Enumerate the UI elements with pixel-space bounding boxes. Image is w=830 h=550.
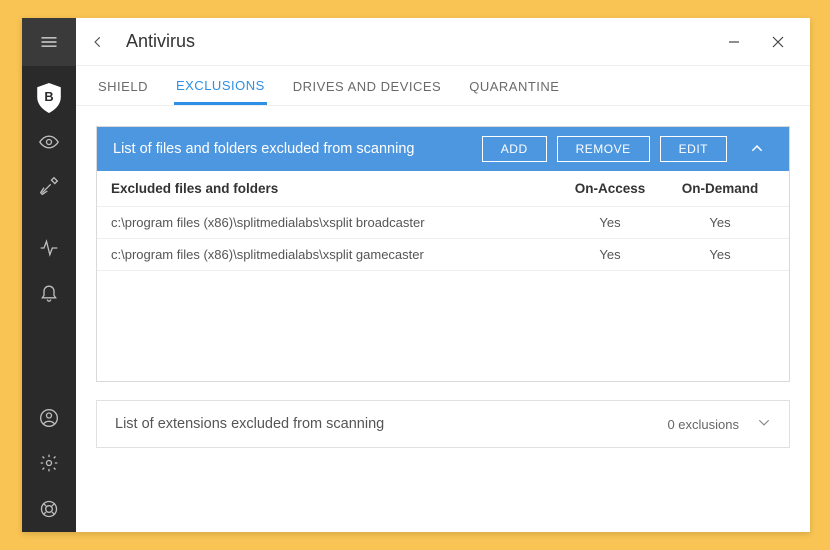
cell-path: c:\program files (x86)\splitmedialabs\xs… (111, 215, 555, 230)
titlebar: Antivirus (76, 18, 810, 66)
sidebar-item-support[interactable] (22, 486, 76, 532)
sidebar-item-activity[interactable] (22, 226, 76, 270)
activity-icon (39, 238, 59, 258)
extensions-count: 0 exclusions (667, 417, 739, 432)
table-row[interactable]: c:\program files (x86)\splitmedialabs\xs… (97, 239, 789, 271)
menu-icon (39, 32, 59, 52)
chevron-left-icon (91, 35, 105, 49)
user-circle-icon (39, 408, 59, 428)
back-button[interactable] (76, 18, 120, 66)
eye-icon (39, 132, 59, 152)
files-panel-title: List of files and folders excluded from … (113, 141, 414, 157)
close-icon (772, 36, 784, 48)
cell-on-demand: Yes (665, 247, 775, 262)
sidebar-item-tools[interactable] (22, 164, 76, 208)
extensions-exclusions-panel[interactable]: List of extensions excluded from scannin… (96, 400, 790, 448)
tools-icon (39, 176, 59, 196)
sidebar: B (22, 18, 76, 532)
cell-on-access: Yes (555, 247, 665, 262)
tab-exclusions[interactable]: EXCLUSIONS (174, 68, 267, 105)
tab-drives-devices[interactable]: DRIVES AND DEVICES (291, 69, 443, 103)
files-exclusions-panel: List of files and folders excluded from … (96, 126, 790, 382)
chevron-up-icon (750, 142, 764, 156)
cell-path: c:\program files (x86)\splitmedialabs\xs… (111, 247, 555, 262)
cell-on-demand: Yes (665, 215, 775, 230)
table-row[interactable]: c:\program files (x86)\splitmedialabs\xs… (97, 207, 789, 239)
main-content: Antivirus SHIELD EXCLUSIONS DRIVES AND D… (76, 18, 810, 532)
tab-shield[interactable]: SHIELD (96, 69, 150, 103)
table-header-row: Excluded files and folders On-Access On-… (97, 171, 789, 207)
page-title: Antivirus (126, 31, 195, 52)
files-panel-header: List of files and folders excluded from … (97, 127, 789, 171)
col-header-on-access: On-Access (555, 181, 665, 196)
svg-text:B: B (44, 89, 53, 104)
gear-icon (39, 453, 59, 473)
sidebar-item-account[interactable] (22, 396, 76, 440)
extensions-panel-title: List of extensions excluded from scannin… (115, 416, 384, 432)
edit-button[interactable]: EDIT (660, 136, 727, 162)
app-window: B Antivir (22, 18, 810, 532)
sidebar-item-settings[interactable] (22, 440, 76, 486)
files-panel-collapse[interactable] (741, 136, 773, 162)
extensions-panel-expand (757, 415, 771, 434)
tab-quarantine[interactable]: QUARANTINE (467, 69, 561, 103)
exclusions-table: Excluded files and folders On-Access On-… (97, 171, 789, 381)
cell-on-access: Yes (555, 215, 665, 230)
tab-bar: SHIELD EXCLUSIONS DRIVES AND DEVICES QUA… (76, 66, 810, 106)
minimize-button[interactable] (712, 26, 756, 58)
lifebuoy-icon (39, 499, 59, 519)
bell-icon (39, 282, 59, 302)
add-button[interactable]: ADD (482, 136, 547, 162)
sidebar-item-privacy[interactable] (22, 120, 76, 164)
sidebar-item-antivirus[interactable]: B (22, 76, 76, 120)
chevron-down-icon (757, 415, 771, 429)
hamburger-menu-button[interactable] (22, 18, 76, 66)
minimize-icon (728, 36, 740, 48)
remove-button[interactable]: REMOVE (557, 136, 650, 162)
shield-b-icon: B (36, 83, 62, 113)
sidebar-item-notifications[interactable] (22, 270, 76, 314)
col-header-path: Excluded files and folders (111, 181, 555, 196)
table-empty-space (97, 271, 789, 381)
col-header-on-demand: On-Demand (665, 181, 775, 196)
close-button[interactable] (756, 26, 800, 58)
